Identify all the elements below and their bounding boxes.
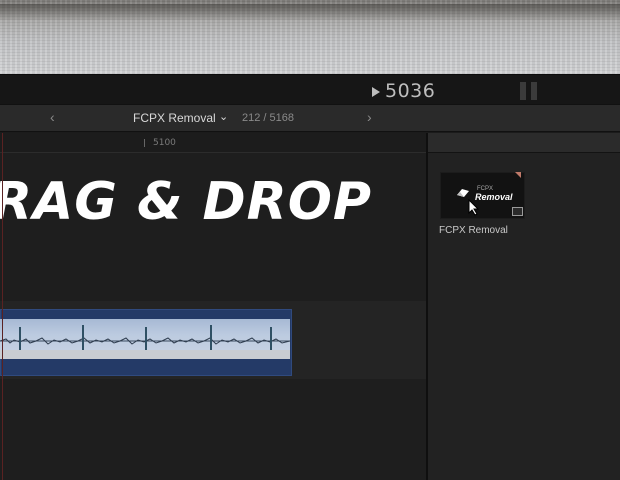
browser-header	[428, 133, 620, 153]
ruler-timecode-label: 5100	[153, 138, 176, 148]
viewer-video-frame	[0, 0, 620, 74]
playhead[interactable]	[2, 133, 3, 480]
favorite-marker-icon	[515, 172, 521, 178]
project-title[interactable]: FCPX Removal	[133, 111, 216, 125]
eraser-icon	[457, 189, 469, 197]
audio-waveform	[0, 319, 290, 359]
chevron-right-icon[interactable]: ›	[367, 109, 372, 125]
pause-icon[interactable]	[519, 82, 539, 100]
ruler-tick	[144, 139, 145, 147]
video-terrain-ridge	[0, 4, 620, 20]
play-icon[interactable]	[372, 87, 380, 97]
title-clip-text: RAG & DROP	[0, 172, 373, 232]
clip-type-badge-icon	[512, 207, 523, 216]
chevron-left-icon[interactable]: ‹	[50, 109, 55, 125]
thumbnail-label-big: Removal	[475, 192, 513, 202]
timecode-display: 5036	[385, 80, 436, 102]
project-position-counter: 212 / 5168	[242, 112, 294, 124]
chevron-down-icon[interactable]: ⌄	[219, 110, 228, 123]
clip-name-label[interactable]: FCPX Removal	[439, 225, 508, 236]
mouse-cursor-icon	[468, 199, 480, 216]
timeline-nav-bar	[0, 104, 620, 132]
timeline-ruler[interactable]	[0, 133, 426, 153]
